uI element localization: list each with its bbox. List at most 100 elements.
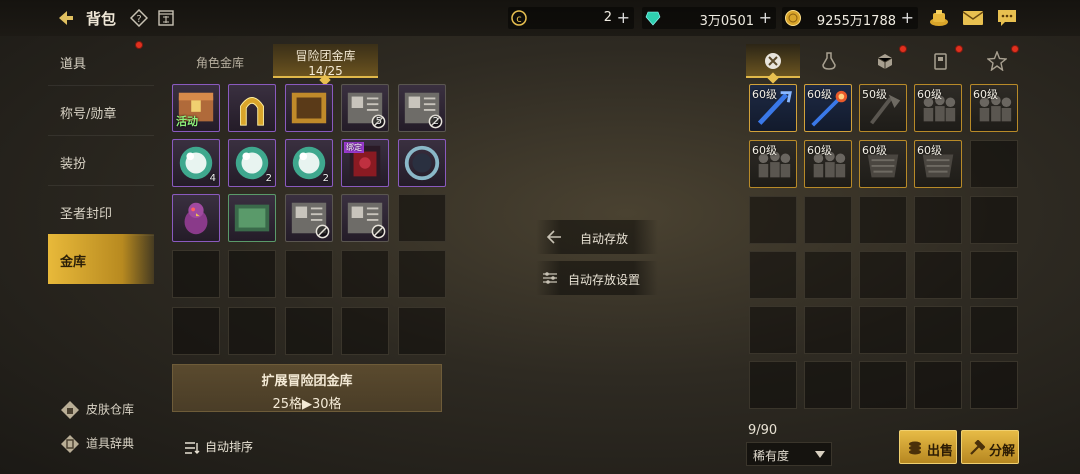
help-icon[interactable]: ? [130, 9, 148, 27]
empty-slot[interactable] [398, 194, 446, 242]
empty-slot[interactable] [749, 361, 797, 409]
inventory-item-slot[interactable]: 50级 [859, 84, 907, 132]
item-count: 2 [322, 173, 329, 184]
empty-slot[interactable] [228, 250, 276, 298]
inventory-item-slot[interactable]: 60级 [914, 140, 962, 188]
vault-item-slot[interactable]: 4 [172, 139, 220, 187]
vault-item-slot[interactable]: 2 [285, 139, 333, 187]
empty-slot[interactable] [172, 307, 220, 355]
nav-item-titles[interactable]: 称号/勋章 [48, 86, 154, 136]
top-bar: 背包 ? c 2 + 3万0501 + 9255万1788 + [0, 0, 1080, 36]
disassemble-label: 分解 [989, 444, 1016, 459]
empty-slot[interactable] [398, 307, 446, 355]
expand-vault-button[interactable]: 扩展冒险团金库 25格▶30格 [172, 364, 442, 412]
vault-item-slot[interactable] [228, 194, 276, 242]
vault-item-slot[interactable] [285, 194, 333, 242]
sort-select[interactable]: 稀有度 [746, 442, 832, 466]
empty-slot[interactable] [804, 196, 852, 244]
vault-item-slot[interactable] [341, 194, 389, 242]
skin-storage-label: 皮肤仓库 [86, 402, 135, 417]
item-dictionary-link[interactable]: 道具辞典 [60, 434, 134, 454]
empty-slot[interactable] [749, 251, 797, 299]
bound-badge: 绑定 [344, 142, 364, 153]
empty-slot[interactable] [970, 251, 1018, 299]
empty-slot[interactable] [228, 307, 276, 355]
sell-label: 出售 [927, 444, 954, 459]
add-currency-c-button[interactable]: + [617, 8, 630, 27]
tab-adventure-vault[interactable]: 冒险团金库 14/25 [273, 44, 378, 78]
skin-storage-link[interactable]: 皮肤仓库 [60, 400, 134, 420]
currency-c-value: 2 [603, 10, 612, 25]
potion-icon [822, 52, 836, 70]
inventory-item-slot[interactable]: 60级 [804, 140, 852, 188]
empty-slot[interactable] [749, 196, 797, 244]
empty-slot[interactable] [859, 361, 907, 409]
item-count: 5 [375, 116, 382, 127]
nav-item-vault[interactable]: 金库 [48, 234, 154, 284]
vault-item-slot[interactable]: 2 [228, 139, 276, 187]
auto-sort-button[interactable]: 自动排序 [184, 438, 253, 456]
empty-slot[interactable] [970, 306, 1018, 354]
empty-slot[interactable] [859, 251, 907, 299]
nav-item-seal[interactable]: 圣者封印 [48, 186, 154, 236]
empty-slot[interactable] [970, 361, 1018, 409]
nav-item-label: 称号/勋章 [60, 107, 117, 122]
inventory-item-slot[interactable]: 60级 [749, 84, 797, 132]
shop-icon[interactable] [928, 8, 950, 28]
coin-c-icon: c [511, 10, 527, 26]
coins-icon [909, 441, 921, 455]
empty-slot[interactable] [341, 307, 389, 355]
chat-icon[interactable] [996, 8, 1018, 28]
empty-slot[interactable] [914, 196, 962, 244]
empty-slot[interactable] [804, 361, 852, 409]
svg-text:?: ? [136, 14, 141, 25]
vault-item-slot[interactable] [172, 194, 220, 242]
tab-consumables[interactable] [802, 44, 856, 78]
bird-icon [184, 202, 208, 235]
mail-icon[interactable] [962, 8, 984, 28]
empty-slot[interactable] [804, 306, 852, 354]
vault-item-slot[interactable] [285, 84, 333, 132]
empty-slot[interactable] [341, 250, 389, 298]
inventory-item-slot[interactable]: 60级 [749, 140, 797, 188]
inventory-item-slot[interactable]: 60级 [914, 84, 962, 132]
auto-store-settings-button[interactable]: 自动存放设置 [536, 261, 658, 295]
vault-item-slot[interactable]: 2 [398, 84, 446, 132]
calendar-icon[interactable] [158, 9, 174, 26]
inventory-item-slot[interactable]: 60级 [970, 84, 1018, 132]
empty-slot[interactable] [970, 140, 1018, 188]
empty-slot[interactable] [914, 306, 962, 354]
back-arrow-icon[interactable] [56, 8, 76, 28]
item-count: 4 [209, 173, 216, 184]
empty-slot[interactable] [398, 250, 446, 298]
green-scroll-icon [234, 204, 270, 232]
vault-item-slot[interactable] [398, 139, 446, 187]
empty-slot[interactable] [172, 250, 220, 298]
nav-item-costume[interactable]: 装扮 [48, 136, 154, 186]
vault-item-slot[interactable] [228, 84, 276, 132]
empty-slot[interactable] [285, 307, 333, 355]
empty-slot[interactable] [859, 196, 907, 244]
empty-slot[interactable] [749, 306, 797, 354]
sell-button[interactable]: 出售 [899, 430, 957, 464]
add-gem-button[interactable]: + [759, 8, 772, 27]
vault-item-slot[interactable]: 活动 [172, 84, 220, 132]
empty-slot[interactable] [914, 361, 962, 409]
vault-item-slot[interactable]: 绑定 [341, 139, 389, 187]
notification-dot [135, 41, 143, 49]
auto-store-button[interactable]: 自动存放 [536, 220, 658, 254]
currency-c: c 2 + [508, 7, 634, 29]
ring-icon [404, 145, 440, 181]
disassemble-button[interactable]: 分解 [961, 430, 1019, 464]
empty-slot[interactable] [804, 251, 852, 299]
inventory-item-slot[interactable]: 60级 [859, 140, 907, 188]
empty-slot[interactable] [970, 196, 1018, 244]
tab-character-vault[interactable]: 角色金库 [172, 44, 268, 78]
inventory-item-slot[interactable]: 60级 [804, 84, 852, 132]
add-gold-button[interactable]: + [901, 8, 914, 27]
empty-slot[interactable] [859, 306, 907, 354]
item-level: 60级 [973, 88, 998, 101]
empty-slot[interactable] [285, 250, 333, 298]
empty-slot[interactable] [914, 251, 962, 299]
vault-item-slot[interactable]: 5 [341, 84, 389, 132]
